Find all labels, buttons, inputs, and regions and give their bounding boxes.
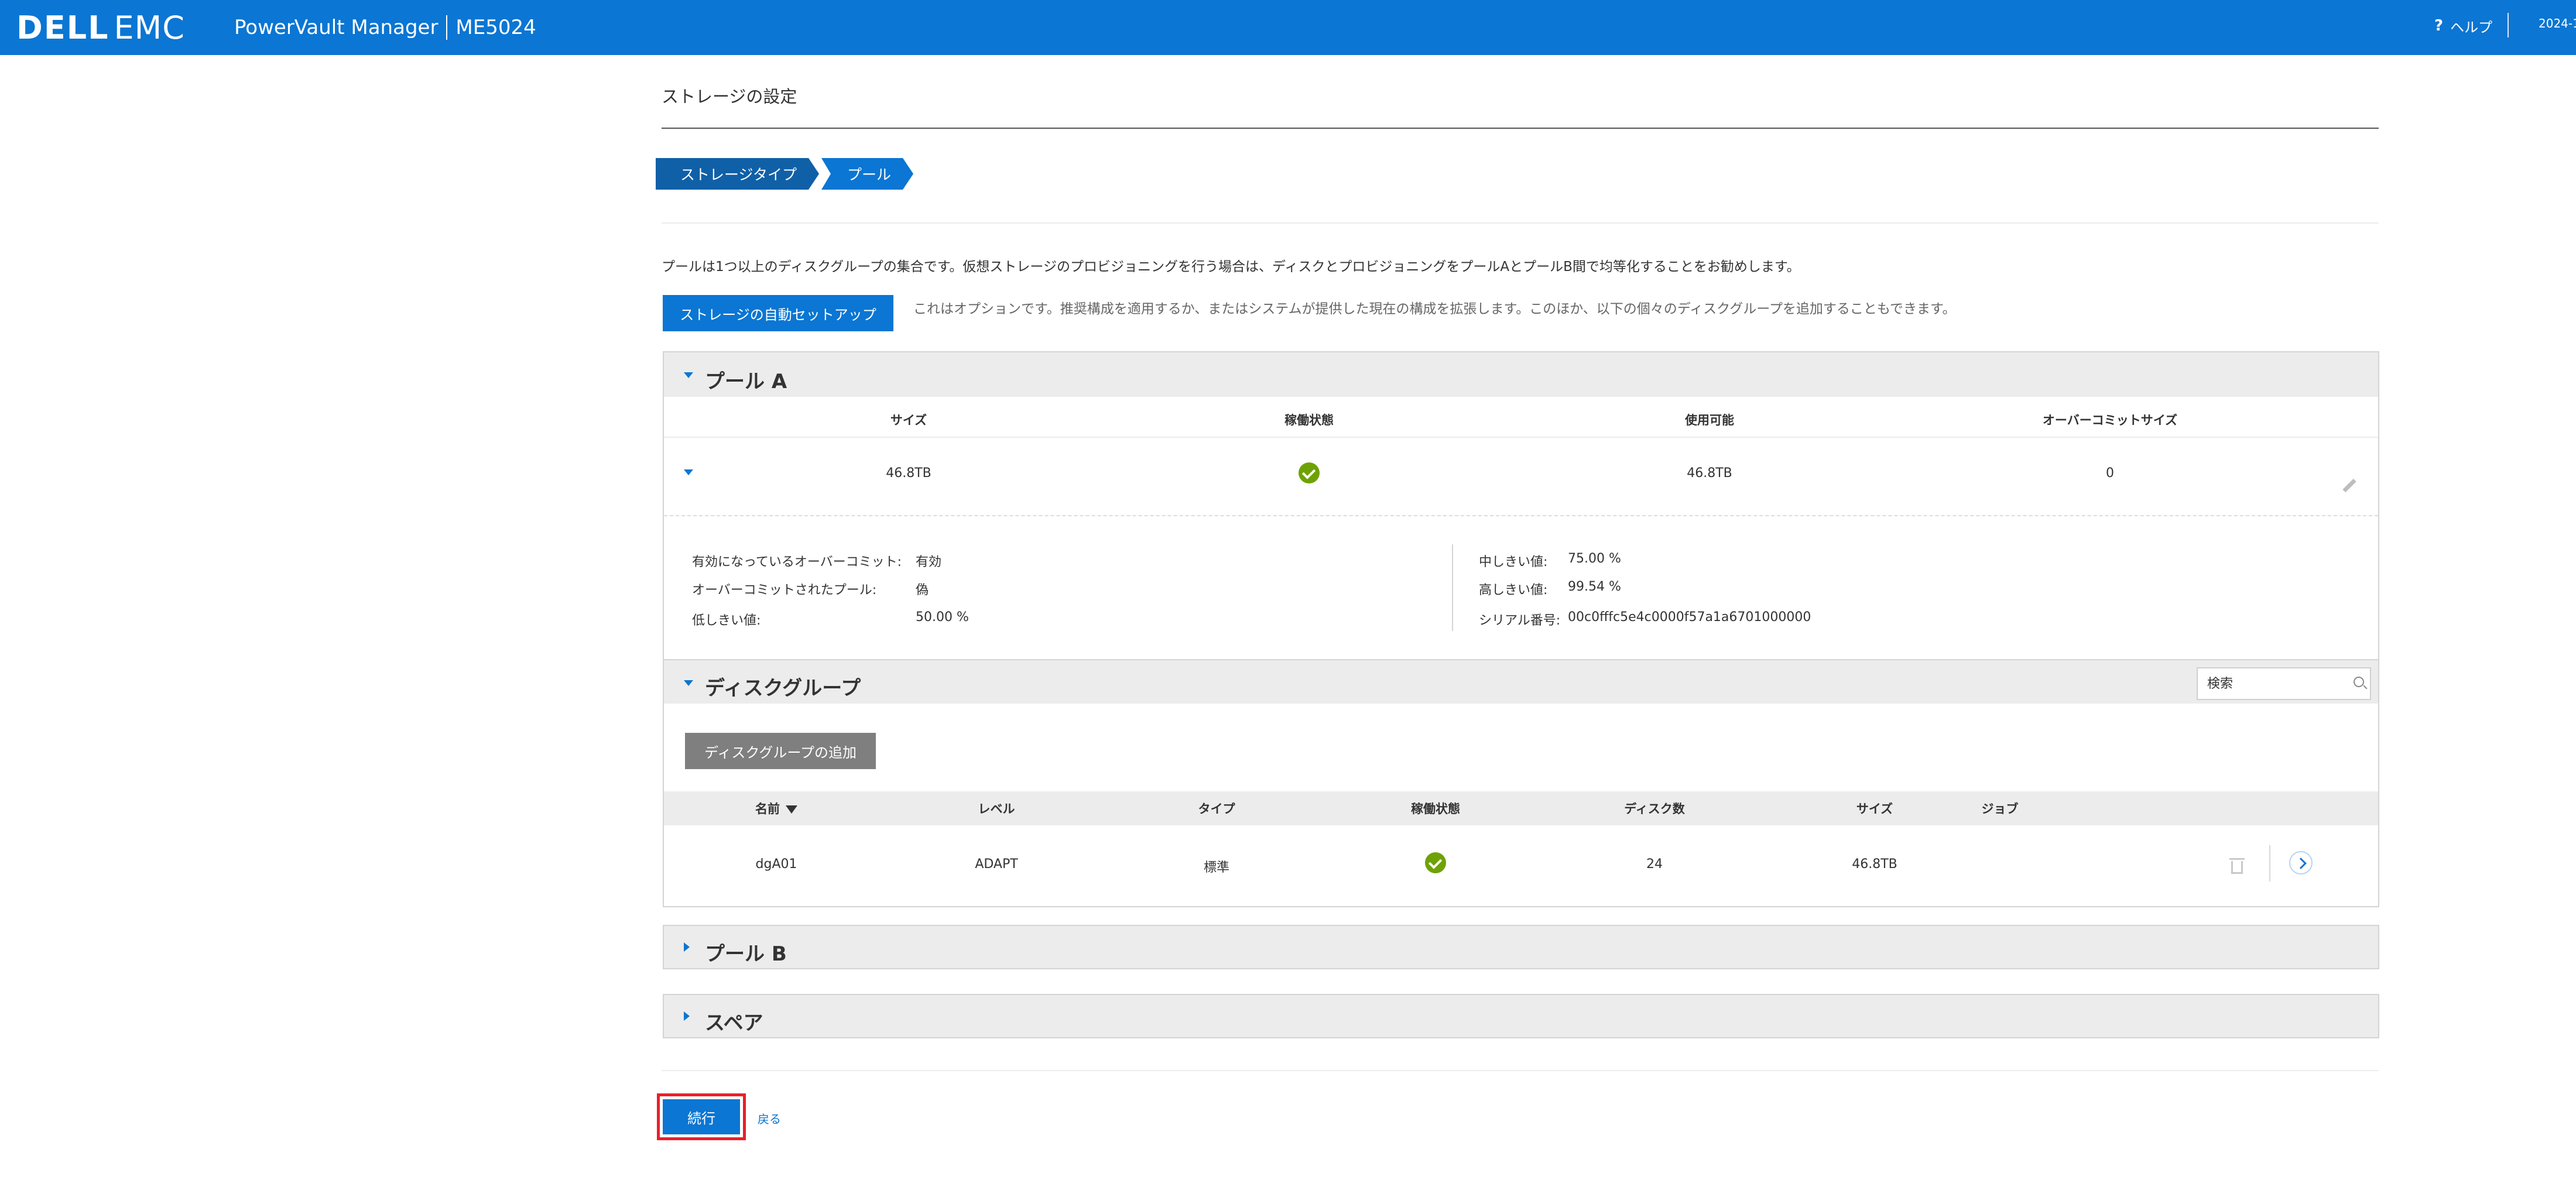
- collapse-caret-icon[interactable]: [684, 372, 693, 378]
- disk-group-search: [2197, 667, 2371, 700]
- sort-desc-icon: [786, 805, 797, 814]
- detail-label: オーバーコミットされたプール:: [692, 583, 877, 598]
- dg-disk-count: 24: [1646, 857, 1663, 872]
- wizard-breadcrumb: ストレージタイプ プール: [656, 158, 913, 190]
- col-type[interactable]: タイプ: [1198, 800, 1235, 817]
- detail-value: 75.00 %: [1568, 551, 1621, 566]
- detail-label: 低しきい値:: [692, 613, 761, 628]
- expand-caret-icon[interactable]: [684, 942, 690, 952]
- detail-value: 有効: [916, 555, 942, 570]
- pool-b-title: プール B: [705, 942, 787, 966]
- details-divider: [1452, 544, 1453, 631]
- add-disk-group-button[interactable]: ディスクグループの追加: [685, 733, 876, 769]
- page-title: ストレージの設定: [662, 87, 797, 107]
- breadcrumb-storage-type[interactable]: ストレージタイプ: [656, 158, 819, 190]
- edit-pencil-icon[interactable]: [2339, 476, 2357, 494]
- chevron-right-icon[interactable]: [2289, 851, 2313, 874]
- detail-label: 中しきい値:: [1479, 555, 1548, 570]
- product-title: PowerVault Manager: [234, 16, 439, 39]
- help-link[interactable]: ? ヘルプ: [2434, 14, 2492, 37]
- col-overcommit-size: オーバーコミットサイズ: [2042, 413, 2178, 427]
- pool-a-overcommit-size: 0: [2106, 466, 2114, 481]
- disk-group-panel: ディスクグループ ディスクグループの追加 名前 レベル タイプ 稼働状態 ディス…: [663, 659, 2379, 907]
- auto-setup-button[interactable]: ストレージの自動セットアップ: [663, 295, 893, 331]
- pool-b-panel[interactable]: プール B: [663, 925, 2379, 969]
- row-expand-caret-icon[interactable]: [684, 469, 693, 475]
- detail-value: 偽: [916, 583, 929, 598]
- detail-value: 99.54 %: [1568, 579, 1621, 594]
- pool-a-size: 46.8TB: [886, 466, 931, 481]
- search-input[interactable]: [2198, 668, 2344, 699]
- dg-type: 標準: [1203, 860, 1230, 875]
- col-disk-count[interactable]: ディスク数: [1624, 800, 1685, 817]
- health-ok-icon: [1425, 852, 1446, 873]
- collapse-caret-icon[interactable]: [684, 680, 693, 686]
- disk-group-title: ディスクグループ: [705, 677, 861, 700]
- col-health[interactable]: 稼働状態: [1411, 800, 1460, 817]
- product-name: PowerVault Manager ME5024: [234, 13, 536, 42]
- search-icon[interactable]: [2354, 677, 2364, 687]
- disk-group-header[interactable]: ディスクグループ: [664, 659, 2378, 704]
- col-available: 使用可能: [1685, 413, 1734, 427]
- pool-a-panel: プール A サイズ 稼働状態 使用可能 オーバーコミットサイズ 46.8TB 4…: [663, 351, 2379, 661]
- detail-label: シリアル番号:: [1479, 613, 1561, 628]
- expand-caret-icon[interactable]: [684, 1011, 690, 1021]
- col-job[interactable]: ジョブ: [1982, 800, 2019, 817]
- detail-label: 高しきい値:: [1479, 583, 1548, 598]
- product-model: ME5024: [455, 16, 536, 39]
- disk-group-table-header: 名前 レベル タイプ 稼働状態 ディスク数 サイズ ジョブ: [664, 791, 2378, 825]
- delete-trash-icon[interactable]: [2229, 857, 2245, 874]
- health-ok-icon: [1299, 462, 1320, 483]
- back-link[interactable]: 戻る: [758, 1110, 781, 1127]
- pool-a-available: 46.8TB: [1687, 466, 1732, 481]
- detail-value: 50.00 %: [916, 610, 969, 625]
- col-size[interactable]: サイズ: [1856, 800, 1893, 817]
- spare-panel[interactable]: スペア: [663, 994, 2379, 1038]
- dell-emc-logo: DELL EMC: [16, 9, 185, 46]
- breadcrumb-pool[interactable]: プール: [821, 158, 913, 190]
- help-icon: ?: [2434, 17, 2444, 35]
- dg-size: 46.8TB: [1852, 857, 1897, 872]
- pool-description: プールは1つ以上のディスクグループの集合です。仮想ストレージのプロビジョニングを…: [662, 259, 1800, 275]
- header-divider: [2508, 13, 2509, 37]
- table-row[interactable]: dgA01 ADAPT 標準 24 46.8TB: [664, 826, 2378, 905]
- dg-name: dgA01: [755, 857, 797, 872]
- pool-a-title: プール A: [705, 370, 787, 393]
- auto-setup-note: これはオプションです。推奨構成を適用するか、またはシステムが提供した現在の構成を…: [913, 301, 1956, 317]
- spare-title: スペア: [705, 1011, 763, 1035]
- col-name[interactable]: 名前: [755, 800, 797, 817]
- detail-value: 00c0fffc5e4c0000f57a1a6701000000: [1568, 610, 1811, 625]
- row-action-divider: [2269, 845, 2270, 882]
- detail-label: 有効になっているオーバーコミット:: [692, 555, 902, 570]
- header-date: 2024-1: [2539, 16, 2576, 30]
- top-bar: DELL EMC PowerVault Manager ME5024 ? ヘルプ …: [0, 0, 2576, 55]
- dg-level: ADAPT: [975, 857, 1018, 872]
- row-divider: [664, 437, 2378, 438]
- pool-a-details: 有効になっているオーバーコミット: 有効 オーバーコミットされたプール: 偽 低…: [664, 515, 2378, 661]
- footer-divider: [662, 1070, 2379, 1071]
- col-level[interactable]: レベル: [978, 800, 1015, 817]
- section-divider: [662, 222, 2379, 224]
- help-label: ヘルプ: [2450, 19, 2493, 36]
- product-separator: [446, 15, 448, 40]
- title-divider: [662, 128, 2379, 129]
- continue-button[interactable]: 続行: [663, 1099, 740, 1134]
- col-size: サイズ: [890, 413, 927, 427]
- pool-a-header[interactable]: プール A: [664, 352, 2378, 397]
- col-health: 稼働状態: [1284, 413, 1334, 427]
